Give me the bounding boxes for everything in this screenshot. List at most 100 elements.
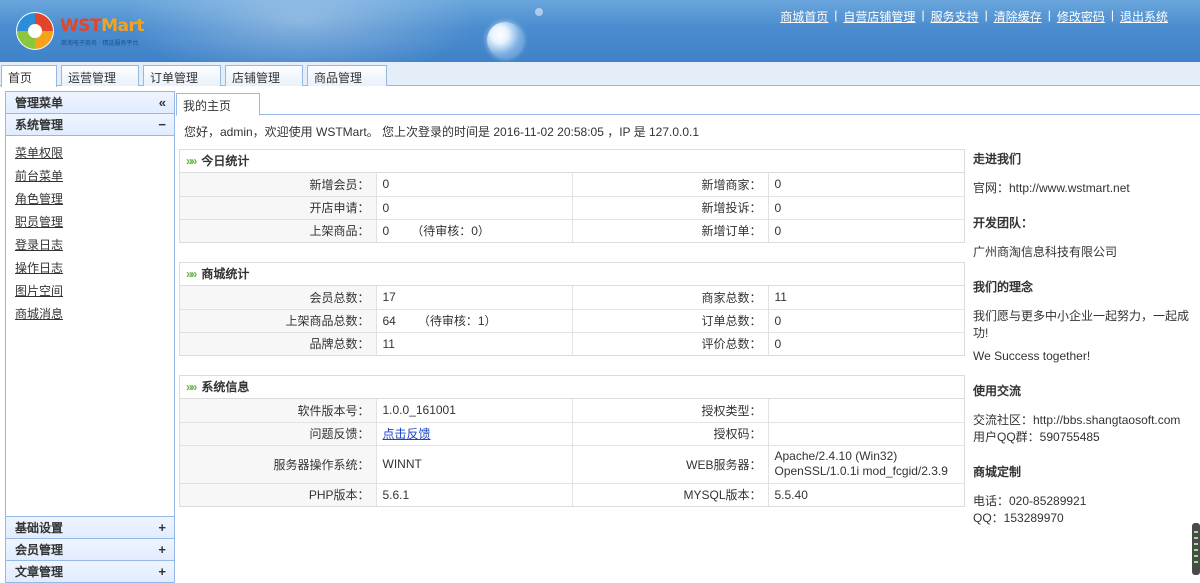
sidebar-group-system[interactable]: 系统管理 − <box>6 114 174 136</box>
label-total-listed-goods: 上架商品总数： <box>180 308 377 333</box>
sidebar-group-label: 系统管理 <box>15 118 64 132</box>
value-new-complaints: 0 <box>767 195 964 220</box>
widget-tick <box>1194 543 1198 545</box>
tab-operations[interactable]: 运营管理 <box>61 65 139 86</box>
sidebar-item-menu-permissions[interactable]: 菜单权限 <box>15 145 174 168</box>
about-heading: 走进我们 <box>973 152 1022 166</box>
custom-heading: 商城定制 <box>973 465 1022 479</box>
widget-tick <box>1194 549 1198 551</box>
section-title: »» 今日统计 <box>180 150 964 173</box>
about-website: 官网：http://www.wstmart.net <box>973 181 1130 195</box>
floating-scroll-widget[interactable] <box>1192 523 1200 575</box>
link-clear-cache[interactable]: 清除缓存 <box>988 8 1048 25</box>
idea-text-en: We Success together! <box>973 349 1091 363</box>
value-total-brands: 11 <box>375 331 573 355</box>
bubble-decoration-small <box>535 8 543 16</box>
label-new-orders: 新增订单： <box>571 218 769 242</box>
value-mysql-version: 5.5.40 <box>767 482 964 506</box>
pending-review-count: （待审核：1） <box>417 314 497 328</box>
value-total-reviews: 0 <box>767 331 964 355</box>
custom-phone: 电话：020-85289921 <box>973 494 1087 508</box>
tab-goods[interactable]: 商品管理 <box>307 65 387 86</box>
label-total-members: 会员总数： <box>180 286 377 310</box>
double-arrow-icon: »» <box>186 380 197 394</box>
web-server-line-1: Apache/2.4.10 (Win32) <box>774 449 898 463</box>
feedback-link[interactable]: 点击反馈 <box>383 427 431 441</box>
label-new-members: 新增会员： <box>180 173 377 197</box>
today-stats-table: 新增会员： 0 新增商家： 0 开店申请： 0 新增投诉： 0 上架商品： 0 （… <box>180 173 964 242</box>
mall-stats-panel: »» 商城统计 会员总数： 17 商家总数： 11 上架商品总数： 64 （待审核：… <box>179 262 965 356</box>
sidebar-item-front-menu[interactable]: 前台菜单 <box>15 168 174 191</box>
expand-icon[interactable]: + <box>158 517 166 539</box>
expand-icon[interactable]: + <box>158 539 166 561</box>
label-store-applications: 开店申请： <box>180 195 377 220</box>
value-total-members: 17 <box>375 286 573 310</box>
sidebar-item-staff[interactable]: 职员管理 <box>15 214 174 237</box>
double-arrow-icon: »» <box>186 267 197 281</box>
idea-text-cn: 我们愿与更多中小企业一起努力，一起成功! <box>973 309 1190 340</box>
logo-text-mart: Mart <box>101 16 144 36</box>
sidebar-group-label: 基础设置 <box>15 521 64 535</box>
link-change-password[interactable]: 修改密码 <box>1051 8 1111 25</box>
value-listed-goods: 0 （待审核：0） <box>375 218 573 242</box>
link-logout[interactable]: 退出系统 <box>1114 8 1174 25</box>
value-feedback: 点击反馈 <box>375 421 573 446</box>
sidebar-title: 管理菜单 <box>15 96 64 110</box>
logo-mark-icon <box>16 12 54 50</box>
welcome-message: 您好，admin，欢迎使用 WSTMart。 您上次登录的时间是 2016-11… <box>184 125 700 139</box>
section-title-text: 系统信息 <box>201 380 250 394</box>
sidebar-item-image-space[interactable]: 图片空间 <box>15 283 174 306</box>
sidebar-item-operation-log[interactable]: 操作日志 <box>15 260 174 283</box>
expand-icon[interactable]: + <box>158 561 166 583</box>
top-nav: 首页 运营管理 订单管理 店铺管理 商品管理 <box>0 62 1200 87</box>
section-title-text: 今日统计 <box>201 154 250 168</box>
collapse-group-icon[interactable]: − <box>158 114 166 136</box>
sidebar-group-basic-settings[interactable]: 基础设置 + <box>6 516 174 538</box>
community-url: 交流社区：http://bbs.shangtaosoft.com <box>973 413 1181 427</box>
sidebar-item-roles[interactable]: 角色管理 <box>15 191 174 214</box>
label-total-orders: 订单总数： <box>571 308 769 333</box>
system-info-table: 软件版本号： 1.0.0_161001 授权类型： 问题反馈： 点击反馈 授权码… <box>180 399 964 506</box>
team-block: 开发团队： 广州商淘信息科技有限公司 <box>973 215 1193 261</box>
link-support[interactable]: 服务支持 <box>925 8 985 25</box>
value-total-orders: 0 <box>767 308 964 333</box>
web-server-line-2: OpenSSL/1.0.1i mod_fcgid/2.3.9 <box>774 464 948 478</box>
table-row: 新增会员： 0 新增商家： 0 <box>180 173 964 197</box>
custom-qq: QQ：153289970 <box>973 511 1064 525</box>
logo-text-wst: WST <box>60 16 102 36</box>
idea-block: 我们的理念 我们愿与更多中小企业一起努力，一起成功! We Success to… <box>973 279 1193 365</box>
sidebar-collapsed-groups: 基础设置 + 会员管理 + 文章管理 + <box>6 516 174 582</box>
idea-heading: 我们的理念 <box>973 280 1034 294</box>
sidebar-group-articles[interactable]: 文章管理 + <box>6 560 174 582</box>
table-row: PHP版本： 5.6.1 MYSQL版本： 5.5.40 <box>180 482 964 506</box>
label-server-os: 服务器操作系统： <box>180 444 377 484</box>
tab-orders[interactable]: 订单管理 <box>143 65 221 86</box>
about-block: 走进我们 官网：http://www.wstmart.net <box>973 151 1193 197</box>
table-row: 开店申请： 0 新增投诉： 0 <box>180 195 964 220</box>
tab-stores[interactable]: 店铺管理 <box>225 65 303 86</box>
table-row: 上架商品总数： 64 （待审核：1） 订单总数： 0 <box>180 308 964 333</box>
sidebar-item-mall-messages[interactable]: 商城消息 <box>15 306 174 329</box>
value-license-code <box>767 421 964 446</box>
main-tab-strip: 我的主页 <box>176 91 1200 116</box>
value-php-version: 5.6.1 <box>375 482 573 506</box>
tab-my-home[interactable]: 我的主页 <box>176 93 261 116</box>
label-php-version: PHP版本： <box>180 482 377 506</box>
community-heading: 使用交流 <box>973 384 1022 398</box>
today-stats-panel: »» 今日统计 新增会员： 0 新增商家： 0 开店申请： 0 新增投诉： 0 上… <box>179 149 965 243</box>
collapse-sidebar-icon[interactable]: « <box>159 92 166 114</box>
widget-tick <box>1194 531 1198 533</box>
value-new-orders: 0 <box>767 218 964 242</box>
sidebar-group-members[interactable]: 会员管理 + <box>6 538 174 560</box>
bubble-decoration <box>487 22 523 58</box>
value-new-members: 0 <box>375 173 573 197</box>
link-mall-home[interactable]: 商城首页 <box>774 8 834 25</box>
link-self-store[interactable]: 自营店铺管理 <box>837 8 921 25</box>
value-new-merchants: 0 <box>767 173 964 197</box>
double-arrow-icon: »» <box>186 154 197 168</box>
logo-tagline: 商淘电子商务 · 精选服务平台 <box>61 41 139 47</box>
sidebar-item-login-log[interactable]: 登录日志 <box>15 237 174 260</box>
tab-home[interactable]: 首页 <box>1 65 57 87</box>
logo: WSTMart 商淘电子商务 · 精选服务平台 <box>14 10 154 54</box>
label-total-brands: 品牌总数： <box>180 331 377 355</box>
